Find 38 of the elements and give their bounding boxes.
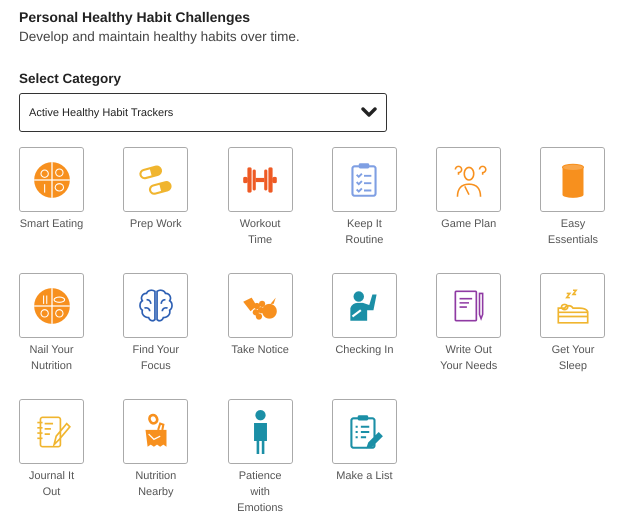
habit-tile[interactable] (332, 147, 397, 212)
habit-tile[interactable] (332, 273, 397, 338)
habit-label: Nutrition Nearby (134, 469, 178, 500)
habit-label: Write Out Your Needs (439, 343, 498, 374)
chevron-down-icon (361, 107, 377, 118)
habit-label: Patience with Emotions (236, 469, 284, 516)
habit-tile[interactable] (19, 147, 84, 212)
field-label: Select Category (19, 70, 122, 87)
page-title: Personal Healthy Habit Challenges (19, 9, 252, 26)
habit-tile[interactable] (228, 273, 293, 338)
habit-label: Get Your Sleep (550, 343, 596, 374)
habit-tile[interactable] (123, 147, 188, 212)
habit-label: Make a List (335, 469, 394, 484)
habit-label: Workout Time (238, 217, 282, 248)
habit-label: Nail Your Nutrition (28, 343, 75, 374)
category-dropdown[interactable]: Active Healthy Habit Trackers (19, 93, 387, 132)
habit-tile[interactable] (332, 399, 397, 464)
habit-label: Prep Work (128, 217, 183, 232)
habit-label: Journal It Out (28, 469, 76, 500)
habit-tile[interactable] (19, 399, 84, 464)
habit-label: Easy Essentials (546, 217, 600, 248)
habit-label: Checking In (334, 343, 394, 358)
habit-tile[interactable] (436, 273, 502, 338)
habit-tile[interactable] (123, 273, 188, 338)
habit-label: Game Plan (440, 217, 498, 232)
habit-label: Smart Eating (19, 217, 84, 232)
habit-tile[interactable] (540, 147, 606, 212)
habit-label: Keep It Routine (344, 217, 384, 248)
page-subtitle: Develop and maintain healthy habits over time. (19, 28, 301, 45)
habit-tile[interactable] (436, 147, 502, 212)
habit-tile[interactable] (123, 399, 188, 464)
standing-person-icon (254, 410, 267, 454)
habit-tile[interactable] (19, 273, 84, 338)
habit-tile[interactable] (228, 399, 293, 464)
habit-tile[interactable] (540, 273, 606, 338)
habit-label: Find Your Focus (132, 343, 180, 374)
habit-label: Take Notice (230, 343, 290, 358)
habit-tile[interactable] (228, 147, 293, 212)
